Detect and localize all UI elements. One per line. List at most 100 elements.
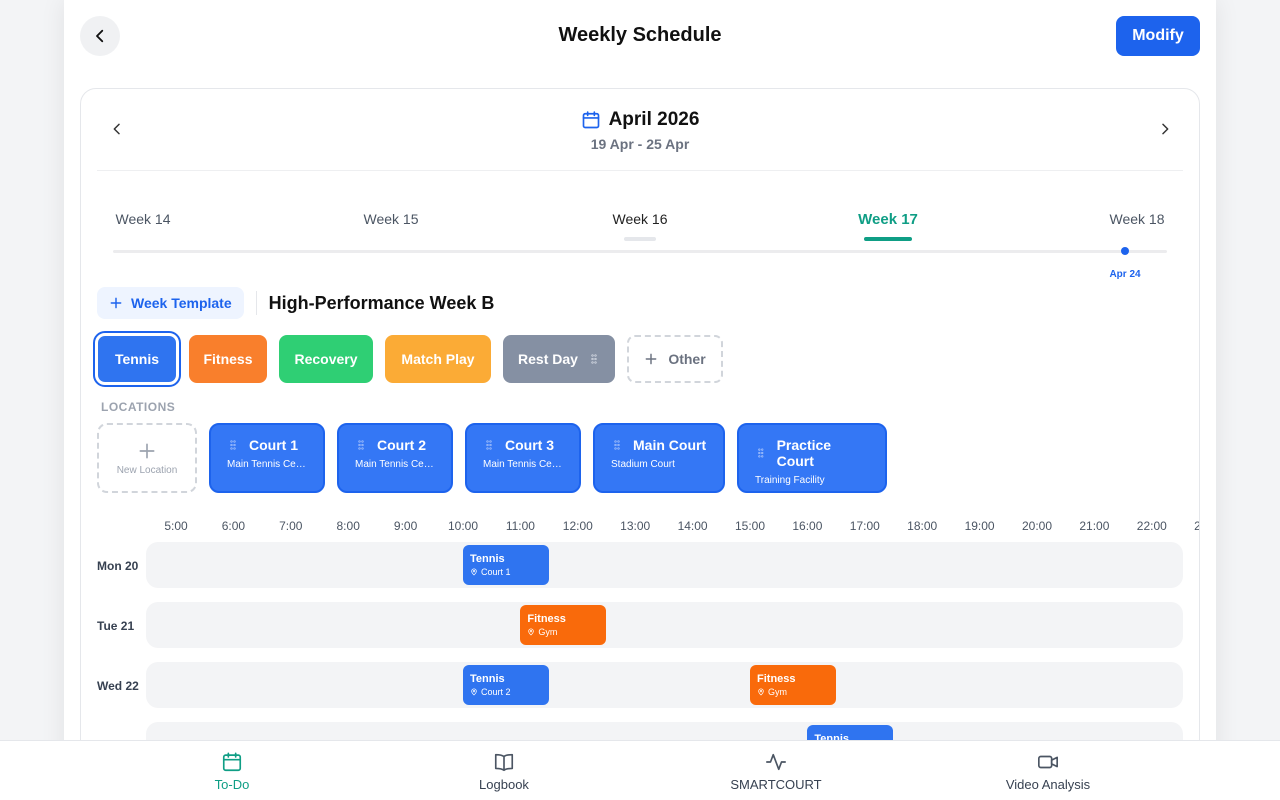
location-name-label: Court 1 — [249, 437, 298, 453]
event-location: Court 1 — [470, 567, 542, 577]
nav-logbook[interactable]: Logbook — [424, 751, 584, 792]
event-location: Court 2 — [470, 687, 542, 697]
day-label: Tue 21 — [97, 619, 135, 633]
hour-tick-label: 20:00 — [1021, 519, 1053, 533]
activity-type-other[interactable]: Other — [627, 335, 723, 383]
next-week-button[interactable] — [1155, 119, 1175, 139]
current-week-indicator — [624, 237, 656, 241]
map-pin-icon — [528, 628, 535, 636]
location-name: Practice Court — [755, 437, 869, 469]
location-name-label: Court 3 — [505, 437, 554, 453]
activity-type-tennis[interactable]: Tennis — [93, 331, 181, 387]
map-pin-icon — [471, 568, 477, 576]
week-tab[interactable]: Week 17 — [858, 211, 918, 228]
day-row — [146, 542, 1183, 588]
week-template-label: Week Template — [131, 295, 232, 311]
event-location-label: Gym — [768, 687, 787, 697]
day-row — [146, 602, 1183, 648]
location-subtitle: Training Facility — [755, 475, 825, 486]
day-label: Mon 20 — [97, 559, 139, 573]
activity-type-label: Other — [668, 351, 706, 367]
hour-tick-label: 21:00 — [1079, 519, 1110, 533]
week-progress-track — [113, 250, 1167, 253]
hour-tick-label: 22:00 — [1136, 519, 1167, 533]
week-selector: Week 14 Week 15 Week 16 Week 17 Week 18 Apr 2… — [97, 199, 1183, 280]
activity-type-label: Tennis — [114, 351, 160, 367]
month-header: April 2026 19 Apr - 25 Apr — [97, 89, 1183, 171]
location-name-label: Court 2 — [377, 437, 426, 453]
location-card[interactable]: Court 3 Main Tennis Cen... — [465, 423, 581, 493]
video-icon — [1038, 755, 1058, 769]
activity-type-recovery[interactable]: Recovery — [279, 335, 373, 383]
new-location-button[interactable]: New Location — [97, 423, 197, 493]
nav-to-do[interactable]: To-Do — [152, 751, 312, 792]
activity-type-match-play[interactable]: Match Play — [385, 335, 491, 383]
hour-tick-label: 10:00 — [447, 519, 479, 533]
location-subtitle: Main Tennis Cen... — [483, 459, 563, 470]
hour-tick-label: 18:00 — [907, 519, 938, 533]
hour-tick-label: 23:00 — [1194, 519, 1199, 533]
hour-tick-label: 7:00 — [279, 519, 303, 533]
location-name: Court 2 — [355, 437, 435, 453]
nav-video-analysis[interactable]: Video Analysis — [968, 751, 1128, 792]
today-marker — [1121, 247, 1129, 255]
nav-label: SMARTCOURT — [730, 777, 822, 792]
activity-type-fitness[interactable]: Fitness — [189, 335, 267, 383]
schedule-event[interactable]: Fitness Gym — [750, 665, 837, 705]
hour-tick-label: 8:00 — [336, 519, 360, 533]
event-location-label: Gym — [538, 627, 558, 637]
location-card[interactable]: Practice Court Training Facility — [737, 423, 887, 493]
divider — [255, 291, 257, 315]
plus-icon — [645, 353, 657, 365]
plus-icon — [139, 443, 155, 458]
schedule-event[interactable]: Tennis Court 2 — [463, 665, 550, 705]
location-card[interactable]: Court 1 Main Tennis Cen... — [209, 423, 325, 493]
location-card[interactable]: Main Court Stadium Court — [593, 423, 725, 493]
location-name: Main Court — [611, 437, 707, 453]
week-tab[interactable]: Week 18 — [1110, 211, 1165, 227]
location-subtitle: Stadium Court — [611, 459, 675, 470]
modify-button[interactable]: Modify — [1116, 16, 1200, 56]
location-name-label: Main Court — [633, 437, 707, 453]
day-row — [146, 662, 1183, 708]
week-tab[interactable]: Week 16 — [613, 211, 668, 227]
map-pin-icon — [471, 688, 477, 696]
plus-icon — [110, 297, 122, 309]
page-title: Weekly Schedule — [558, 24, 722, 46]
location-list: New Location Court 1 Main Tennis Cen... Co… — [97, 423, 887, 493]
week-tab[interactable]: Week 15 — [364, 211, 419, 227]
template-row: Week Template High-Performance Week B — [97, 286, 494, 320]
activity-icon — [766, 753, 786, 771]
top-bar: Weekly Schedule Modify — [64, 0, 1216, 74]
drag-handle-icon — [358, 440, 364, 450]
activity-type-rest-day[interactable]: Rest Day — [503, 335, 615, 383]
event-title: Tennis — [470, 673, 505, 685]
calendar-icon — [582, 111, 599, 129]
nav-smartcourt[interactable]: SMARTCOURT — [696, 751, 856, 792]
location-card[interactable]: Court 2 Main Tennis Cen... — [337, 423, 453, 493]
week-template-button[interactable]: Week Template — [97, 287, 244, 319]
hour-tick-label: 14:00 — [677, 519, 708, 533]
activity-type-label: Rest Day — [518, 351, 578, 367]
drag-handle-icon — [486, 440, 492, 450]
hour-tick-label: 13:00 — [620, 519, 651, 533]
activity-type-label: Recovery — [294, 351, 358, 367]
active-week-indicator — [864, 237, 912, 241]
event-location: Gym — [527, 627, 599, 637]
location-subtitle: Main Tennis Cen... — [355, 459, 435, 470]
week-tab[interactable]: Week 14 — [116, 211, 171, 227]
week-range: 19 Apr - 25 Apr — [590, 136, 690, 152]
schedule-event[interactable]: Tennis Court 1 — [463, 545, 550, 585]
nav-label: Video Analysis — [1005, 777, 1091, 792]
nav-label: Logbook — [479, 777, 529, 792]
activity-type-label: Match Play — [401, 351, 475, 367]
activity-type-label: Fitness — [203, 351, 253, 367]
hour-tick-label: 17:00 — [849, 519, 880, 533]
template-name: High-Performance Week B — [268, 292, 495, 313]
hour-tick-label: 6:00 — [221, 519, 246, 533]
schedule-event[interactable]: Fitness Gym — [520, 605, 607, 645]
hour-tick-label: 19:00 — [964, 519, 995, 533]
bottom-navigation: To-Do Logbook SMARTCOURT Video Analysis — [0, 740, 1280, 800]
month-label: April 2026 — [608, 109, 700, 130]
hour-tick-label: 9:00 — [393, 519, 418, 533]
